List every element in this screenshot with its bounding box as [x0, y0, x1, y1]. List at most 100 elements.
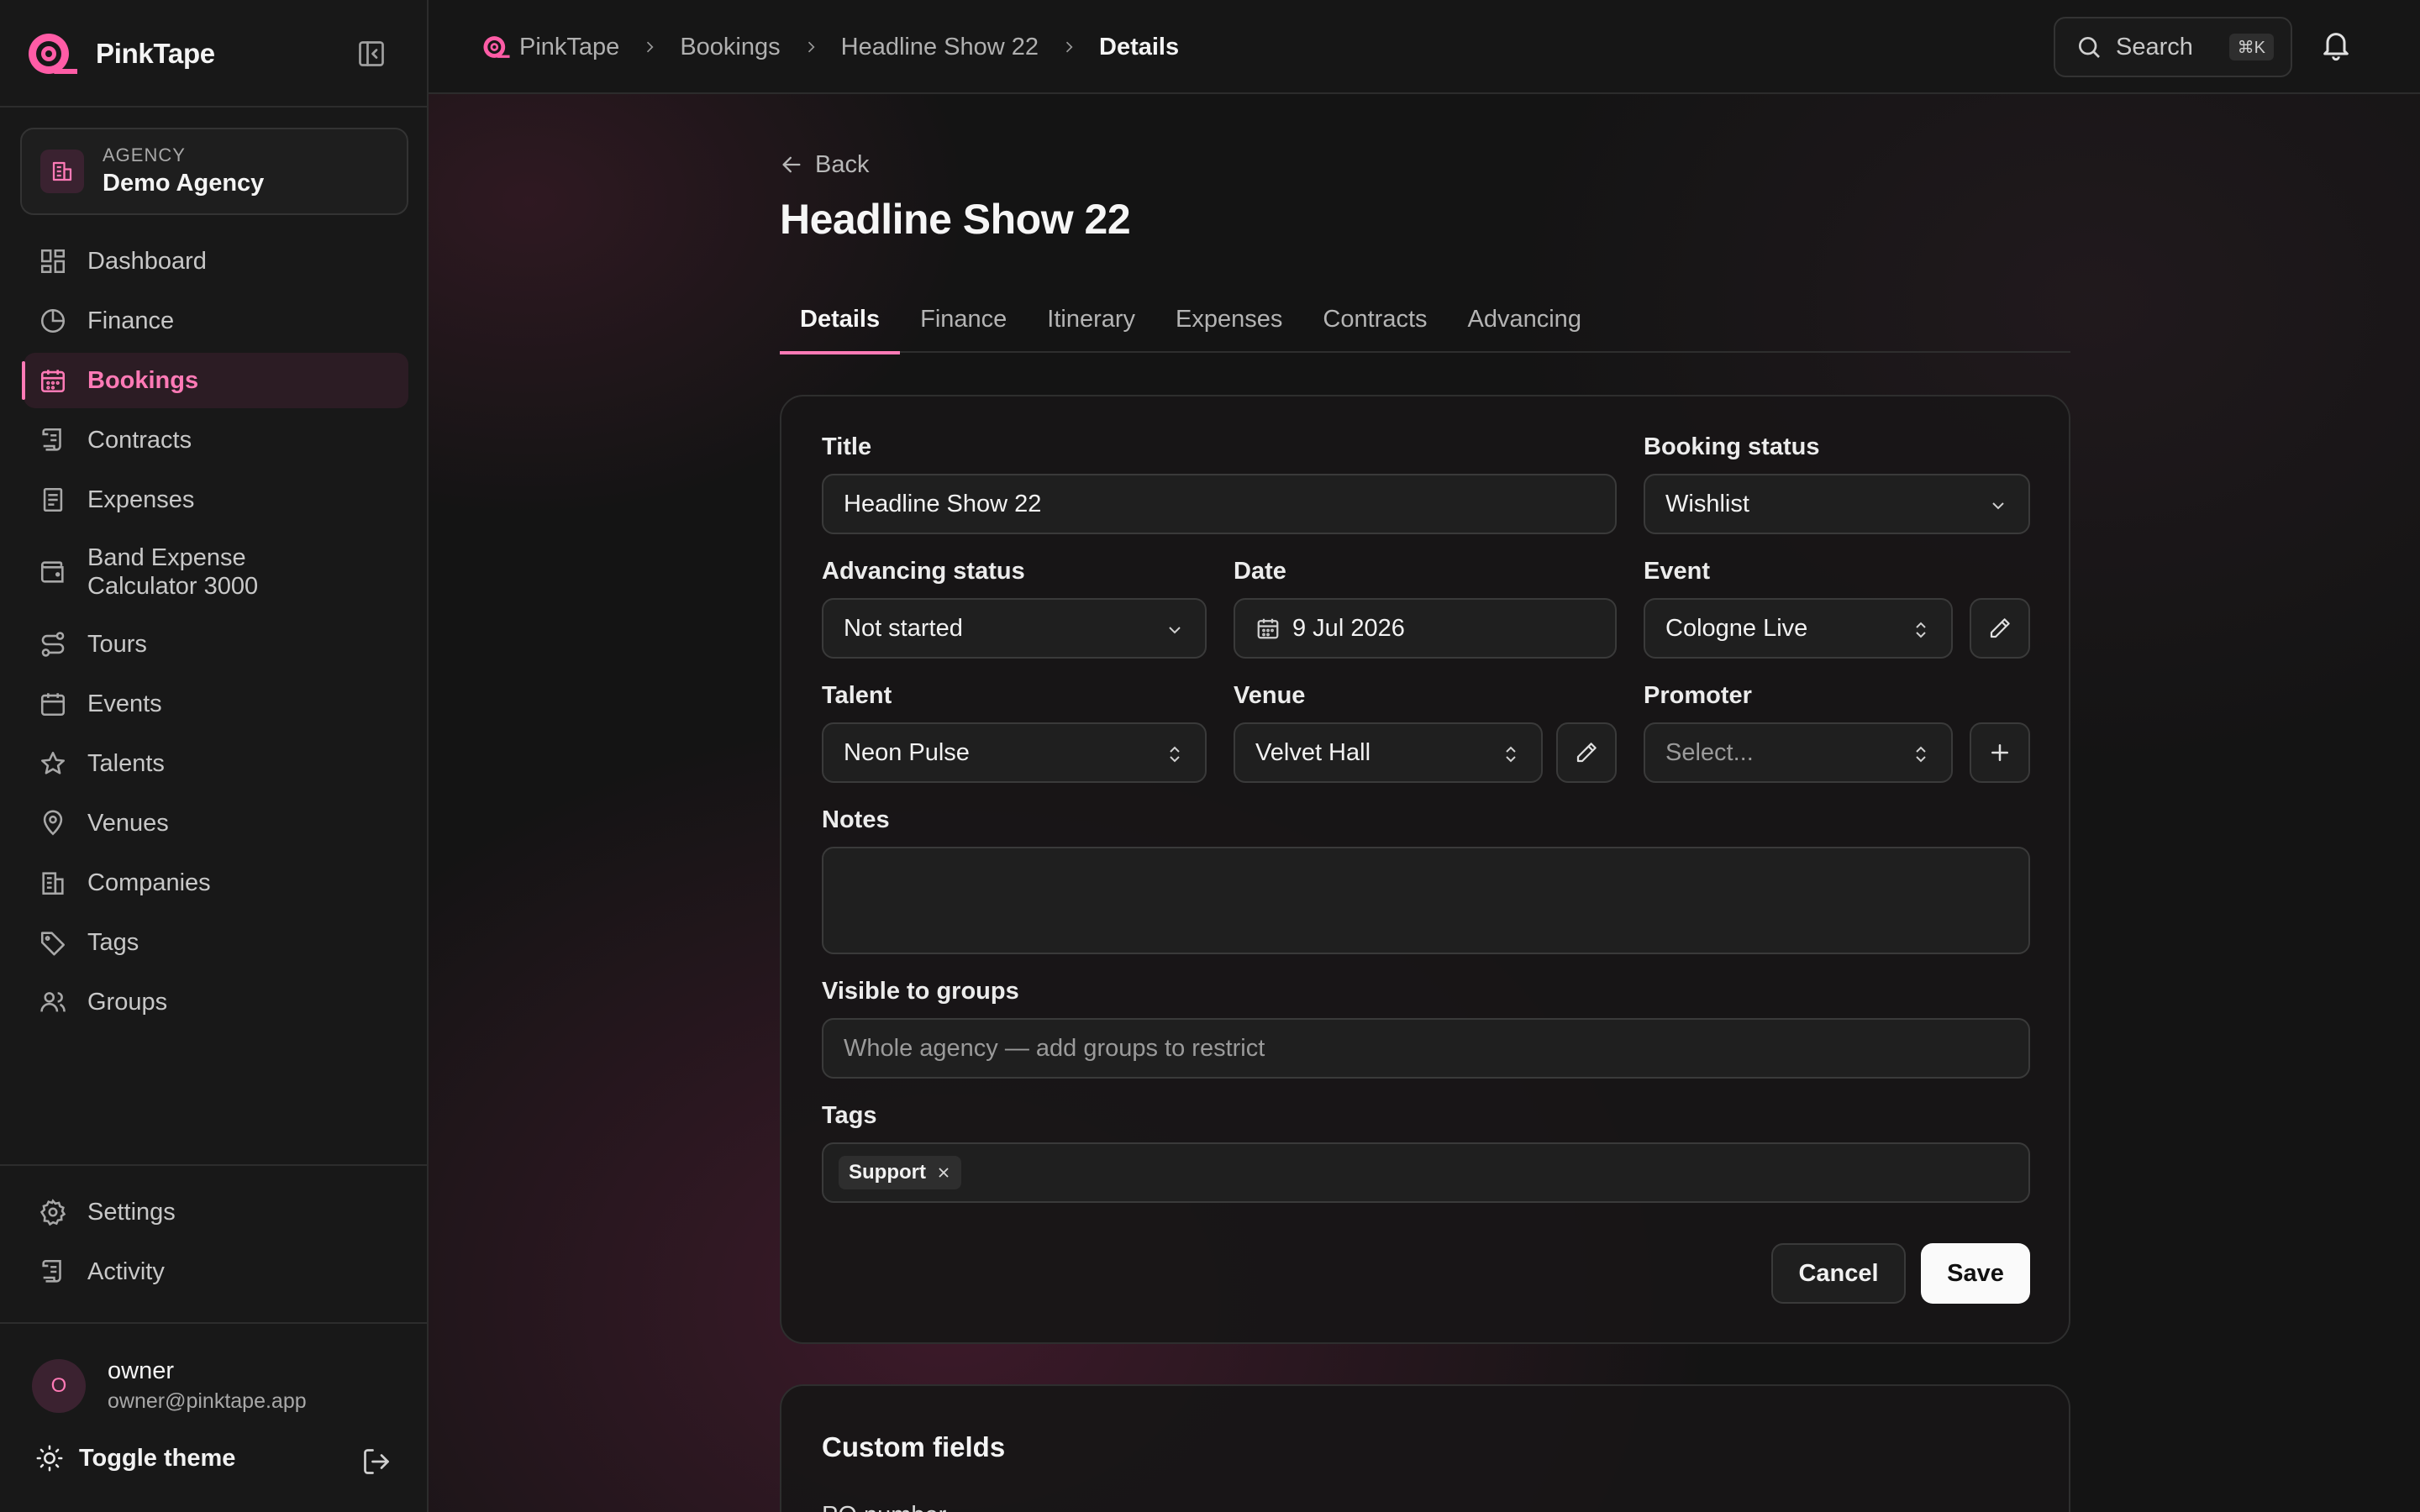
title-input[interactable]: Headline Show 22: [822, 474, 1617, 534]
save-button[interactable]: Save: [1921, 1243, 2030, 1304]
sidebar-item-settings[interactable]: Settings: [24, 1184, 408, 1240]
sidebar-item-dashboard[interactable]: Dashboard: [24, 234, 408, 289]
sidebar-item-events[interactable]: Events: [24, 676, 408, 732]
tags-input[interactable]: Support: [822, 1142, 2030, 1203]
promoter-combobox[interactable]: Select...: [1644, 722, 1953, 783]
sidebar-item-groups[interactable]: Groups: [24, 974, 408, 1030]
toggle-theme-label: Toggle theme: [79, 1444, 236, 1472]
pinktape-logo-icon: [29, 34, 77, 74]
map-pin-icon: [43, 810, 63, 836]
event-combobox[interactable]: Cologne Live: [1644, 598, 1953, 659]
sidebar-item-tags[interactable]: Tags: [24, 915, 408, 970]
promoter-placeholder: Select...: [1665, 738, 1754, 766]
tab-advancing[interactable]: Advancing: [1448, 294, 1602, 353]
breadcrumb-item[interactable]: Headline Show 22: [841, 34, 1039, 61]
route-icon: [41, 632, 65, 657]
sidebar-item-companies[interactable]: Companies: [24, 855, 408, 911]
brand[interactable]: PinkTape: [27, 30, 215, 77]
date-picker[interactable]: 9 Jul 2026: [1234, 598, 1617, 659]
close-icon[interactable]: [936, 1165, 951, 1180]
notifications-bell-icon[interactable]: [2319, 29, 2353, 62]
sidebar-item-label: Bookings: [87, 366, 199, 394]
chevron-right-icon: [1065, 41, 1073, 53]
building-icon: [40, 150, 84, 193]
tab-details[interactable]: Details: [780, 294, 901, 354]
tag-icon: [40, 932, 66, 956]
agency-label: AGENCY: [103, 144, 186, 165]
tab-finance[interactable]: Finance: [900, 294, 1027, 353]
venue-label: Venue: [1234, 682, 1306, 709]
logout-icon[interactable]: [361, 1446, 392, 1477]
event-label: Event: [1644, 558, 1710, 585]
sidebar-item-bookings[interactable]: Bookings: [22, 353, 408, 408]
building-icon: [42, 872, 64, 895]
chevron-right-icon: [647, 41, 654, 53]
visible-groups-input[interactable]: Whole agency — add groups to restrict: [822, 1018, 2030, 1079]
custom-field-label: PO number: [822, 1502, 946, 1512]
cancel-button[interactable]: Cancel: [1771, 1243, 1906, 1304]
dashboard-icon: [40, 249, 66, 274]
tab-contracts[interactable]: Contracts: [1302, 294, 1447, 353]
sidebar-item-venues[interactable]: Venues: [24, 795, 408, 851]
venue-combobox[interactable]: Velvet Hall: [1234, 722, 1543, 783]
sidebar-item-expenses[interactable]: Expenses: [24, 472, 408, 528]
pencil-icon: [1576, 743, 1597, 763]
sidebar-item-label: Contracts: [87, 426, 192, 454]
back-link[interactable]: Back: [780, 150, 869, 180]
agency-name: Demo Agency: [103, 170, 265, 197]
chevrons-up-down-icon: [1170, 746, 1180, 763]
breadcrumb-current: Details: [1099, 33, 1180, 60]
edit-event-button[interactable]: [1970, 598, 2030, 659]
title-label: Title: [822, 433, 872, 460]
custom-fields-title: Custom fields: [822, 1431, 1006, 1462]
users-icon: [40, 992, 66, 1012]
sidebar-item-finance[interactable]: Finance: [24, 293, 408, 349]
sidebar-divider: [0, 106, 427, 108]
arrow-left-icon: [782, 156, 801, 173]
breadcrumb-item[interactable]: Bookings: [680, 34, 780, 61]
tag-chip: Support: [839, 1156, 961, 1189]
edit-venue-button[interactable]: [1556, 722, 1617, 783]
user-email: owner@pinktape.app: [108, 1389, 307, 1413]
sidebar-item-band-expense-calculator[interactable]: Band Expense Calculator 3000: [24, 532, 408, 612]
pinktape-logo-icon: [483, 36, 510, 58]
sidebar-item-tours[interactable]: Tours: [24, 617, 408, 672]
notes-label: Notes: [822, 806, 890, 833]
sidebar-item-label: Tags: [87, 928, 139, 956]
search-label: Search: [2116, 33, 2193, 60]
sidebar-item-activity[interactable]: Activity: [24, 1244, 408, 1299]
user-menu[interactable]: O owner owner@pinktape.app: [32, 1352, 402, 1413]
sidebar-item-talents[interactable]: Talents: [24, 736, 408, 791]
sidebar: PinkTape AGENCY Demo Agency Dashboard Fi…: [0, 0, 429, 1512]
tags-label: Tags: [822, 1102, 877, 1129]
sidebar-item-label: Expenses: [87, 486, 195, 513]
label-line: Calculator 3000: [87, 573, 259, 600]
sidebar-collapse-icon[interactable]: [356, 39, 387, 69]
chevrons-up-down-icon: [1916, 746, 1926, 763]
scroll-icon: [42, 1259, 61, 1283]
sidebar-divider: [0, 1164, 427, 1166]
add-promoter-button[interactable]: [1970, 722, 2030, 783]
tab-expenses[interactable]: Expenses: [1155, 294, 1302, 353]
talent-label: Talent: [822, 682, 892, 709]
receipt-icon: [43, 487, 63, 512]
agency-switcher[interactable]: AGENCY Demo Agency: [20, 128, 408, 215]
booking-status-select[interactable]: Wishlist: [1644, 474, 2030, 534]
toggle-theme-button[interactable]: Toggle theme: [35, 1440, 235, 1477]
breadcrumb-item[interactable]: PinkTape: [519, 34, 619, 61]
brand-name: PinkTape: [96, 38, 215, 69]
top-bar: PinkTape Bookings Headline Show 22 Detai…: [429, 0, 2420, 94]
notes-textarea[interactable]: [822, 847, 2030, 954]
booking-details-form: Title Headline Show 22 Booking status Wi…: [780, 395, 2070, 1344]
sidebar-item-label: Events: [87, 690, 162, 717]
sidebar-item-label: Settings: [87, 1198, 176, 1226]
talent-combobox[interactable]: Neon Pulse: [822, 722, 1207, 783]
custom-fields-card: Custom fields PO number: [780, 1384, 2070, 1512]
tab-itinerary[interactable]: Itinerary: [1027, 294, 1155, 353]
avatar: O: [32, 1359, 86, 1413]
search-button[interactable]: Search ⌘K: [2054, 17, 2292, 77]
advancing-status-select[interactable]: Not started: [822, 598, 1207, 659]
sun-icon: [36, 1445, 63, 1472]
date-value: 9 Jul 2026: [1292, 614, 1405, 642]
sidebar-item-contracts[interactable]: Contracts: [24, 412, 408, 468]
